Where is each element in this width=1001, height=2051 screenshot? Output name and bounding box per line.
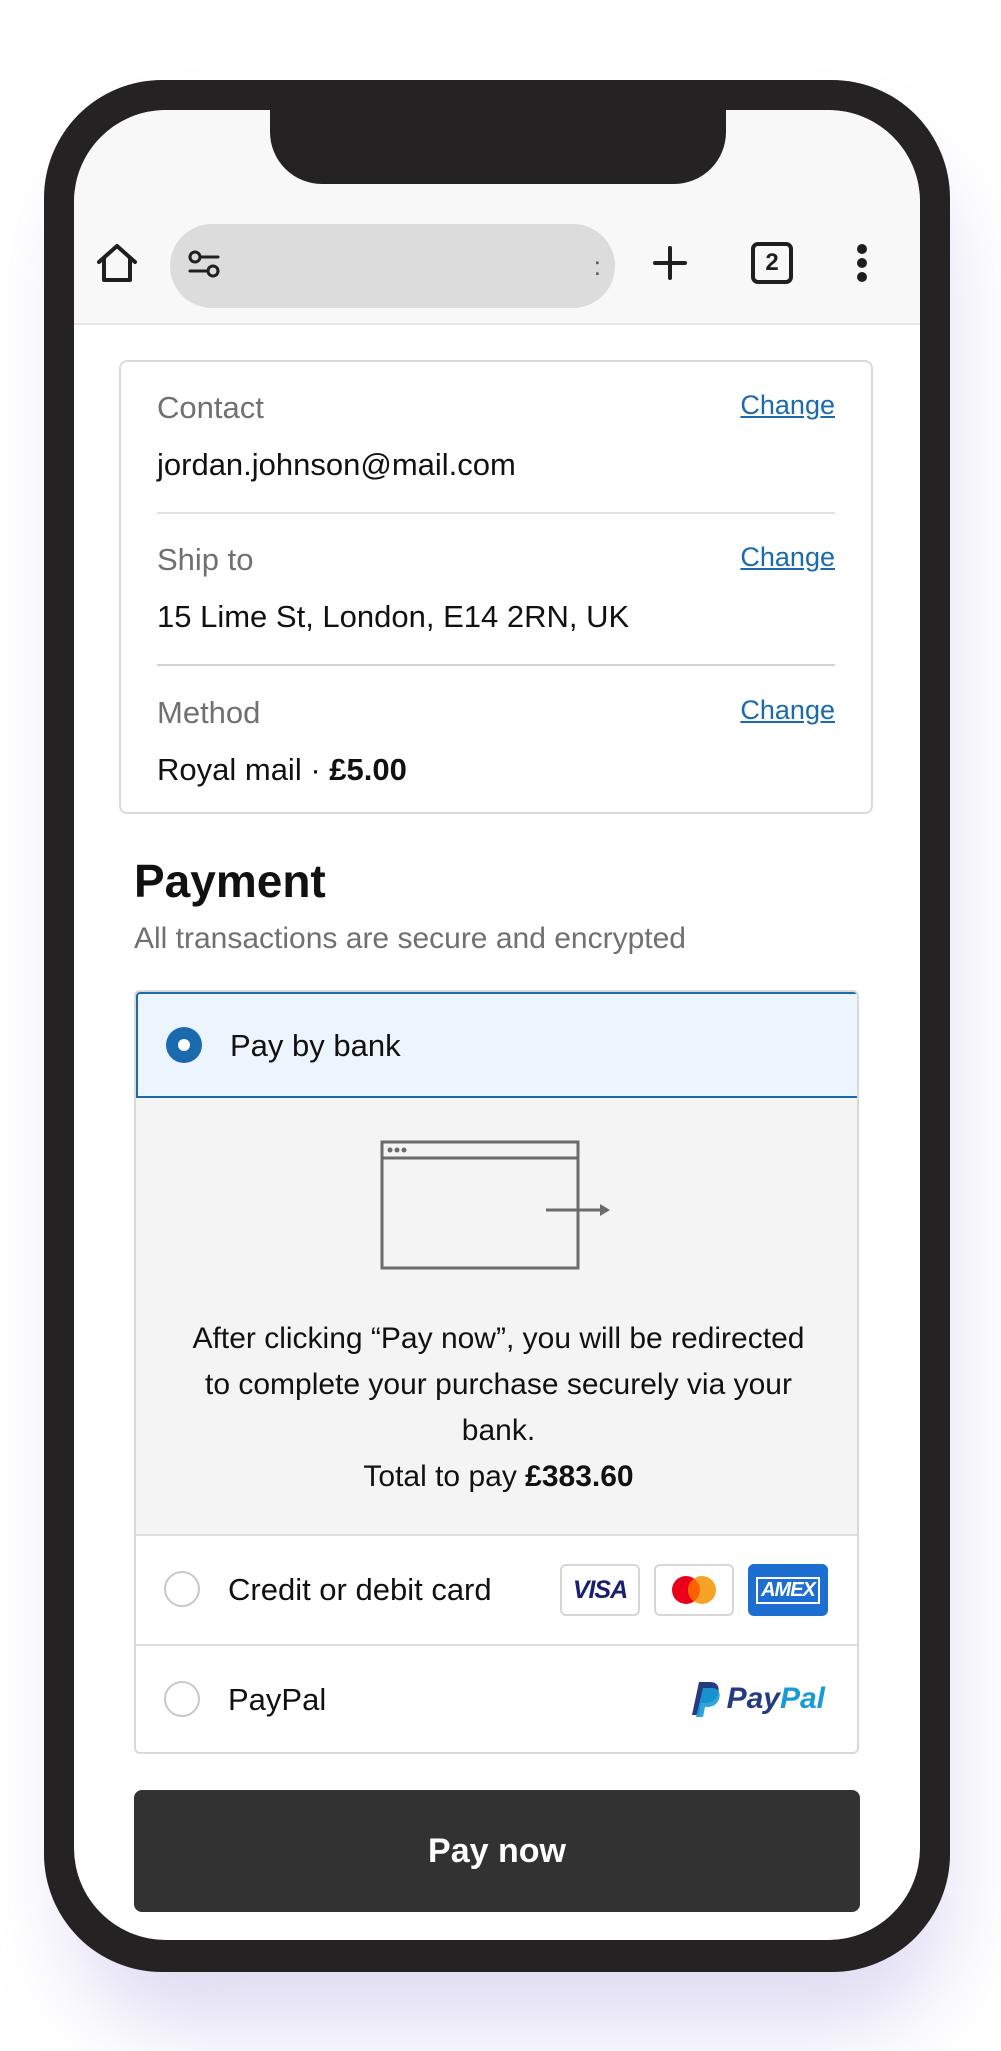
- paypal-logo: PayPal: [691, 1680, 825, 1718]
- total-value: £383.60: [525, 1460, 634, 1493]
- method-name: Royal mail ·: [157, 752, 330, 787]
- total-label: Total to pay: [363, 1460, 526, 1493]
- pay-by-bank-label: Pay by bank: [230, 1028, 401, 1063]
- contact-row: Contact Change jordan.johnson@mail.com: [157, 390, 835, 490]
- method-label: Method: [157, 695, 261, 730]
- tab-switcher-icon[interactable]: 2: [748, 239, 796, 287]
- visa-logo: VISA: [560, 1564, 640, 1616]
- tab-count: 2: [751, 242, 793, 284]
- paypal-p-icon: [691, 1682, 720, 1717]
- paypal-label: PayPal: [228, 1682, 327, 1717]
- credit-card-label: Credit or debit card: [228, 1572, 492, 1607]
- divider: [157, 664, 835, 666]
- redirect-text: After clicking “Pay now”, you will be re…: [192, 1322, 805, 1447]
- contact-change-link[interactable]: Change: [740, 390, 835, 421]
- site-settings-icon[interactable]: [182, 242, 226, 291]
- amex-logo-text: AMEX: [756, 1576, 820, 1604]
- paypal-radio[interactable]: [164, 1681, 200, 1717]
- contact-value: jordan.johnson@mail.com: [157, 447, 516, 482]
- more-menu-icon[interactable]: [850, 238, 874, 288]
- total-to-pay: Total to pay £383.60: [176, 1454, 821, 1500]
- paypal-wordmark-pay: Pay: [726, 1682, 780, 1715]
- credit-card-radio[interactable]: [164, 1571, 200, 1607]
- address-bar-text: :: [593, 251, 601, 281]
- address-bar[interactable]: :: [170, 224, 615, 308]
- phone-screen: : 2 Contact Change jordan.johnson@mail.c…: [74, 110, 920, 1940]
- phone-notch: [270, 110, 726, 184]
- ship-to-label: Ship to: [157, 542, 254, 577]
- ship-to-change-link[interactable]: Change: [740, 542, 835, 573]
- pay-by-bank-details: After clicking “Pay now”, you will be re…: [136, 1098, 857, 1536]
- browser-redirect-icon: [380, 1140, 616, 1281]
- paypal-wordmark-pal: Pal: [779, 1682, 825, 1715]
- pay-by-bank-info: After clicking “Pay now”, you will be re…: [176, 1316, 821, 1500]
- contact-label: Contact: [157, 390, 264, 425]
- payment-methods: Pay by bank After clicking “Pay now”, yo…: [134, 990, 859, 1754]
- pay-now-button[interactable]: Pay now: [134, 1790, 860, 1912]
- pay-by-bank-radio[interactable]: [166, 1027, 202, 1063]
- pay-by-bank-option[interactable]: Pay by bank: [136, 992, 857, 1098]
- payment-subtitle: All transactions are secure and encrypte…: [134, 922, 686, 955]
- method-change-link[interactable]: Change: [740, 695, 835, 726]
- credit-card-option[interactable]: Credit or debit card VISA AMEX: [136, 1536, 857, 1646]
- divider: [157, 512, 835, 514]
- mastercard-logo: [654, 1564, 734, 1616]
- payment-title: Payment: [134, 855, 326, 907]
- method-row: Method Change Royal mail · £5.00: [157, 695, 835, 795]
- method-price: £5.00: [329, 752, 407, 787]
- paypal-wordmark: PayPal: [727, 1682, 825, 1716]
- ship-to-row: Ship to Change 15 Lime St, London, E14 2…: [157, 542, 835, 642]
- visa-logo-text: VISA: [572, 1575, 628, 1604]
- amex-logo: AMEX: [748, 1564, 828, 1616]
- ship-to-value: 15 Lime St, London, E14 2RN, UK: [157, 599, 630, 634]
- home-icon[interactable]: [94, 240, 140, 286]
- new-tab-plus-icon[interactable]: [648, 241, 692, 285]
- paypal-option[interactable]: PayPal PayPal: [136, 1646, 857, 1752]
- order-summary-box: Contact Change jordan.johnson@mail.com S…: [119, 360, 873, 814]
- method-value: Royal mail · £5.00: [157, 752, 407, 788]
